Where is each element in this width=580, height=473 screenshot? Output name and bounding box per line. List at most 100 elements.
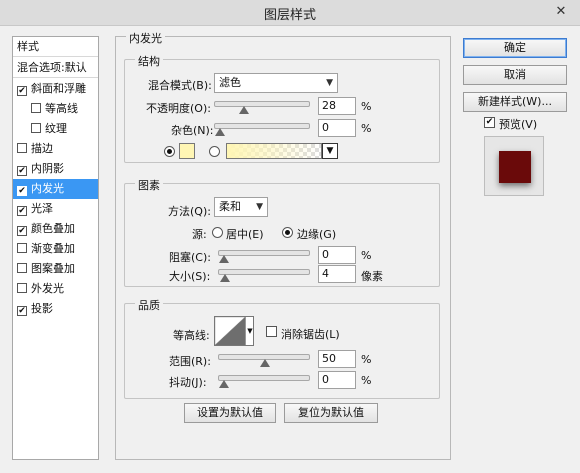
noise-unit: % [361,122,372,135]
choke-label: 阻塞(C): [169,251,211,264]
blend-options-item[interactable]: 混合选项:默认 [13,58,98,78]
style-item-11[interactable]: ✔ 投影 [13,299,98,319]
style-item-10[interactable]: 外发光 [13,279,98,299]
size-unit: 像素 [361,270,383,283]
style-item-checkbox[interactable]: ✔ [17,306,27,316]
opacity-unit: % [361,100,372,113]
jitter-slider[interactable] [218,375,310,388]
opacity-slider[interactable] [214,101,310,114]
chevron-down-icon: ▼ [326,78,333,88]
source-edge-label[interactable]: 边缘(G) [297,226,336,242]
ok-button[interactable]: 确定 [463,38,567,58]
antialias-checkbox[interactable] [266,326,277,337]
style-item-2[interactable]: 纹理 [13,119,98,139]
style-list-header[interactable]: 样式 [13,37,98,57]
style-item-0[interactable]: ✔ 斜面和浮雕 [13,79,98,99]
jitter-input[interactable]: 0 [318,371,356,389]
color-radio[interactable] [164,146,175,157]
cancel-button[interactable]: 取消 [463,65,567,85]
style-item-7[interactable]: ✔ 颜色叠加 [13,219,98,239]
choke-slider[interactable] [218,250,310,263]
style-item-5[interactable]: ✔ 内发光 [13,179,98,199]
contour-label: 等高线: [173,329,210,342]
style-item-checkbox[interactable]: ✔ [17,186,27,196]
opacity-slider-thumb[interactable] [239,106,250,114]
blend-mode-value: 滤色 [219,76,241,89]
size-slider-thumb[interactable] [220,274,231,282]
source-edge-radio[interactable] [282,227,293,238]
range-slider-thumb[interactable] [260,359,270,367]
style-item-label: 内发光 [31,182,64,195]
size-label: 大小(S): [169,270,211,283]
set-default-button[interactable]: 设置为默认值 [184,403,276,423]
chevron-down-icon: ▼ [256,202,263,212]
style-item-1[interactable]: 等高线 [13,99,98,119]
glow-color-swatch[interactable] [179,143,195,159]
style-item-checkbox[interactable] [31,123,41,133]
style-item-label: 纹理 [45,122,67,135]
structure-label: 结构 [135,53,163,69]
range-slider[interactable] [218,354,310,367]
contour-dropdown-icon[interactable]: ▼ [245,317,254,345]
style-item-checkbox[interactable]: ✔ [17,166,27,176]
antialias-label[interactable]: 消除锯齿(L) [281,326,340,342]
source-center-radio[interactable] [212,227,223,238]
style-item-checkbox[interactable]: ✔ [17,86,27,96]
style-item-checkbox[interactable] [17,143,27,153]
source-center-label[interactable]: 居中(E) [226,226,264,242]
opacity-label: 不透明度(O): [146,102,211,115]
size-input[interactable]: 4 [318,265,356,283]
source-label: 源: [192,228,207,241]
style-item-9[interactable]: 图案叠加 [13,259,98,279]
close-icon[interactable]: ✕ [550,3,572,21]
jitter-slider-thumb[interactable] [219,380,229,388]
blend-mode-select[interactable]: 滤色 ▼ [214,73,338,93]
jitter-label: 抖动(J): [169,376,207,389]
style-item-3[interactable]: 描边 [13,139,98,159]
window-title: 图层样式 [263,8,316,23]
preview-checkbox[interactable]: ✔ [484,117,495,128]
style-list: 样式 混合选项:默认 ✔ 斜面和浮雕 等高线 纹理 描边 ✔ 内阴影 ✔ 内发光 ✔ 光泽 ✔ 颜色叠加… [12,36,99,460]
style-item-checkbox[interactable] [17,283,27,293]
contour-picker[interactable]: ▼ [214,316,254,346]
style-item-label: 斜面和浮雕 [31,82,86,95]
glow-gradient-swatch[interactable] [226,143,322,159]
style-item-checkbox[interactable] [17,243,27,253]
style-item-checkbox[interactable] [31,103,41,113]
blend-mode-label: 混合模式(B): [148,79,212,92]
opacity-input[interactable]: 28 [318,97,356,115]
range-label: 范围(R): [169,355,211,368]
style-item-4[interactable]: ✔ 内阴影 [13,159,98,179]
noise-slider[interactable] [214,123,310,136]
style-item-6[interactable]: ✔ 光泽 [13,199,98,219]
gradient-dropdown-icon[interactable]: ▼ [322,143,338,159]
reset-default-button[interactable]: 复位为默认值 [284,403,378,423]
noise-input[interactable]: 0 [318,119,356,137]
preview-swatch [499,151,531,183]
elements-label: 图素 [135,177,163,193]
technique-select[interactable]: 柔和 ▼ [214,197,268,217]
new-style-button[interactable]: 新建样式(W)... [463,92,567,112]
choke-slider-thumb[interactable] [219,255,229,263]
range-input[interactable]: 50 [318,350,356,368]
style-item-checkbox[interactable]: ✔ [17,226,27,236]
panel-title: 内发光 [126,30,165,46]
gradient-radio[interactable] [209,146,220,157]
preview-label[interactable]: 预览(V) [499,116,537,132]
style-item-label: 描边 [31,142,53,155]
choke-unit: % [361,249,372,262]
choke-input[interactable]: 0 [318,246,356,264]
size-slider[interactable] [218,269,310,282]
technique-value: 柔和 [219,200,241,213]
style-item-label: 颜色叠加 [31,222,75,235]
style-item-checkbox[interactable]: ✔ [17,206,27,216]
noise-slider-thumb[interactable] [215,128,225,136]
style-item-label: 图案叠加 [31,262,75,275]
style-item-8[interactable]: 渐变叠加 [13,239,98,259]
style-item-label: 外发光 [31,282,64,295]
inner-glow-panel: 内发光 结构 混合模式(B): 滤色 ▼ 不透明度(O): 28 % 杂色(N)… [115,30,451,460]
style-item-checkbox[interactable] [17,263,27,273]
style-item-label: 渐变叠加 [31,242,75,255]
style-item-label: 投影 [31,302,53,315]
technique-label: 方法(Q): [168,205,211,218]
